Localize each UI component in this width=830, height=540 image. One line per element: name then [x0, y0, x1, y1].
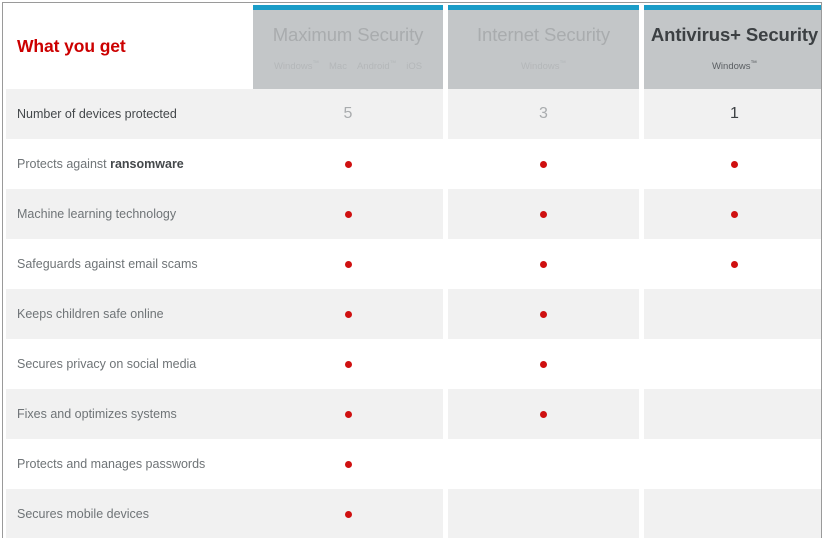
feature-label: Secures privacy on social media — [17, 357, 197, 371]
included-dot-icon — [344, 210, 352, 218]
included-dot-icon — [540, 360, 547, 368]
page-title: What you get — [17, 35, 126, 56]
value-cell — [448, 439, 639, 489]
feature-label: Keeps children safe online — [17, 307, 164, 321]
table-body: Number of devices protected 5 3 1 Protec… — [3, 89, 821, 538]
included-dot-icon — [540, 310, 547, 318]
value-cell — [644, 139, 821, 189]
device-count: 1 — [730, 105, 739, 122]
feature-label-cell: Number of devices protected — [6, 89, 253, 139]
product-column-header-maximum-security[interactable]: Maximum Security Windows™ Mac Android™ iOS — [253, 5, 443, 89]
value-cell — [448, 189, 639, 239]
table-header: What you get Maximum Security Windows™ Ma… — [3, 3, 821, 89]
value-cell — [448, 389, 639, 439]
value-cell — [448, 139, 639, 189]
product-name: Antivirus+ Security — [650, 24, 819, 45]
platform-windows: Windows™ — [273, 59, 319, 72]
feature-label-emphasis: ransomware — [110, 157, 184, 171]
included-dot-icon — [731, 160, 738, 168]
value-cell — [253, 389, 443, 439]
value-cell — [253, 289, 443, 339]
feature-label-cell: Protects against ransomware — [6, 139, 253, 189]
value-cell — [253, 339, 443, 389]
table-row: Protects against ransomware — [3, 139, 821, 189]
included-dot-icon — [344, 410, 352, 418]
device-count: 5 — [343, 105, 353, 122]
value-cell — [253, 239, 443, 289]
value-cell: 3 — [448, 89, 639, 139]
feature-label-cell: Machine learning technology — [6, 189, 253, 239]
included-dot-icon — [731, 260, 738, 268]
table-row: Fixes and optimizes systems — [3, 389, 821, 439]
table-row: Keeps children safe online — [3, 289, 821, 339]
table-row: Secures mobile devices — [3, 489, 821, 538]
value-cell: 1 — [644, 89, 821, 139]
feature-label-cell: Secures privacy on social media — [6, 339, 253, 389]
product-name: Maximum Security — [272, 24, 424, 45]
included-dot-icon — [540, 160, 547, 168]
included-dot-icon — [344, 260, 352, 268]
feature-label: Protects against ransomware — [17, 157, 184, 171]
value-cell — [644, 489, 821, 538]
value-cell — [253, 189, 443, 239]
value-cell — [644, 289, 821, 339]
value-cell — [644, 339, 821, 389]
product-column-header-antivirus-plus-security[interactable]: Antivirus+ Security Windows™ — [644, 5, 821, 89]
included-dot-icon — [540, 210, 547, 218]
feature-label: Secures mobile devices — [17, 507, 150, 521]
value-cell: 5 — [253, 89, 443, 139]
feature-label-text: Protects against — [17, 157, 111, 171]
value-cell — [448, 239, 639, 289]
feature-column-header: What you get — [6, 3, 253, 89]
included-dot-icon — [344, 360, 352, 368]
platform-windows: Windows™ — [520, 59, 567, 72]
feature-label: Machine learning technology — [17, 207, 177, 221]
included-dot-icon — [344, 310, 352, 318]
value-cell — [448, 489, 639, 538]
platform-windows: Windows™ — [711, 59, 758, 72]
platform-list: Windows™ — [707, 59, 762, 72]
platform-android: Android™ — [356, 59, 397, 72]
included-dot-icon — [540, 410, 547, 418]
platform-ios: iOS — [406, 60, 423, 72]
included-dot-icon — [344, 510, 352, 518]
feature-label: Safeguards against email scams — [17, 257, 198, 271]
feature-label-cell: Safeguards against email scams — [6, 239, 253, 289]
feature-label-cell: Fixes and optimizes systems — [6, 389, 253, 439]
table-row: Safeguards against email scams — [3, 239, 821, 289]
value-cell — [253, 139, 443, 189]
value-cell — [253, 439, 443, 489]
included-dot-icon — [540, 260, 547, 268]
product-column-header-internet-security[interactable]: Internet Security Windows™ — [448, 5, 639, 89]
table-row: Secures privacy on social media — [3, 339, 821, 389]
table-row: Protects and manages passwords — [3, 439, 821, 489]
feature-label: Fixes and optimizes systems — [17, 407, 177, 421]
value-cell — [448, 339, 639, 389]
table-row: Machine learning technology — [3, 189, 821, 239]
product-name: Internet Security — [476, 24, 610, 45]
platform-mac: Mac — [329, 60, 347, 72]
product-comparison-page: What you get Maximum Security Windows™ Ma… — [0, 0, 830, 540]
feature-label-cell: Secures mobile devices — [6, 489, 253, 538]
platform-list: Windows™ — [516, 59, 571, 72]
included-dot-icon — [731, 210, 738, 218]
value-cell — [644, 239, 821, 289]
feature-label-cell: Protects and manages passwords — [6, 439, 253, 489]
feature-label: Protects and manages passwords — [17, 457, 206, 471]
feature-label-cell: Keeps children safe online — [6, 289, 253, 339]
included-dot-icon — [344, 460, 352, 468]
table-row: Number of devices protected 5 3 1 — [3, 89, 821, 139]
value-cell — [644, 189, 821, 239]
value-cell — [644, 389, 821, 439]
value-cell — [644, 439, 821, 489]
feature-label: Number of devices protected — [17, 107, 177, 121]
device-count: 3 — [539, 105, 548, 122]
platform-list: Windows™ Mac Android™ iOS — [269, 59, 427, 72]
value-cell — [448, 289, 639, 339]
comparison-table: What you get Maximum Security Windows™ Ma… — [2, 2, 822, 538]
included-dot-icon — [344, 160, 352, 168]
value-cell — [253, 489, 443, 538]
